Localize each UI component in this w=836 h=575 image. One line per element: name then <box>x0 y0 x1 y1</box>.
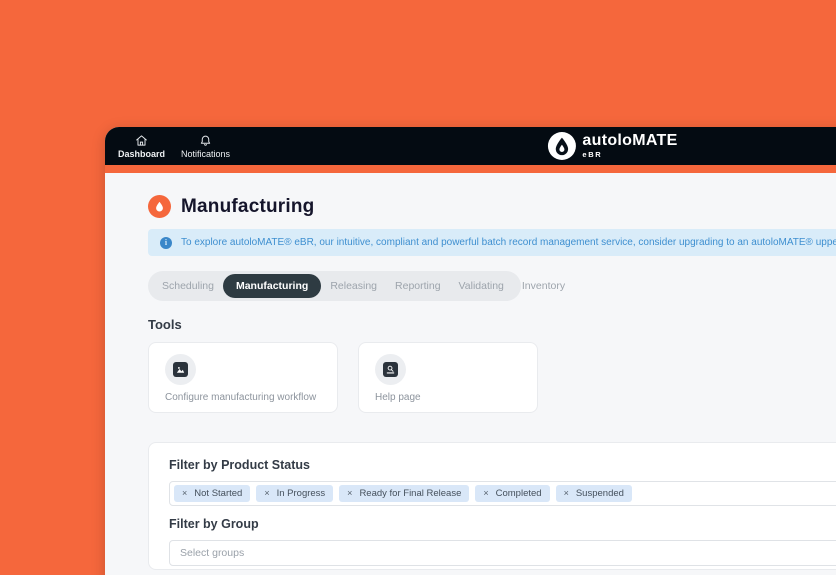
banner-text: To explore autoloMATE® eBR, our intuitiv… <box>181 237 836 248</box>
tools-cards: Configure manufacturing workflow Help pa… <box>148 342 836 413</box>
tab-reporting[interactable]: Reporting <box>386 274 450 298</box>
chip-label: In Progress <box>277 488 326 499</box>
screen: Dashboard Notifications <box>0 0 836 575</box>
configure-workflow-card[interactable]: Configure manufacturing workflow <box>148 342 338 413</box>
chip-ready-for-final-release[interactable]: × Ready for Final Release <box>339 485 469 502</box>
book-search-icon <box>375 354 406 385</box>
help-page-card[interactable]: Help page <box>358 342 538 413</box>
accent-strip <box>105 165 836 173</box>
chip-label: Not Started <box>194 488 242 499</box>
section-tabs: Scheduling Manufacturing Releasing Repor… <box>148 271 521 301</box>
tab-validating[interactable]: Validating <box>450 274 513 298</box>
brand-logo: autoloMATE eBR <box>547 127 677 165</box>
chip-label: Completed <box>496 488 542 499</box>
tab-inventory[interactable]: Inventory <box>513 274 574 298</box>
chip-close-icon[interactable]: × <box>564 489 569 498</box>
brand-sub: eBR <box>582 151 677 159</box>
logo-text: autoloMATE eBR <box>582 133 677 159</box>
page-title-row: Manufacturing <box>148 195 836 218</box>
chip-label: Suspended <box>576 488 624 499</box>
filter-status-heading: Filter by Product Status <box>169 458 836 472</box>
status-multiselect[interactable]: × Not Started × In Progress × Ready for … <box>169 481 836 506</box>
chip-close-icon[interactable]: × <box>264 489 269 498</box>
tab-releasing[interactable]: Releasing <box>321 274 386 298</box>
upgrade-banner: i To explore autoloMATE® eBR, our intuit… <box>148 229 836 256</box>
tab-manufacturing[interactable]: Manufacturing <box>223 274 321 298</box>
chip-not-started[interactable]: × Not Started <box>174 485 250 502</box>
nav-item-dashboard[interactable]: Dashboard <box>118 134 165 159</box>
filter-group-heading: Filter by Group <box>169 517 836 531</box>
app-header: Dashboard Notifications <box>105 127 836 165</box>
home-icon <box>135 134 148 147</box>
filters-panel: Filter by Product Status × Not Started ×… <box>148 442 836 570</box>
nav-label: Dashboard <box>118 149 165 159</box>
header-nav: Dashboard Notifications <box>105 134 230 159</box>
nav-label: Notifications <box>181 149 230 159</box>
tab-scheduling[interactable]: Scheduling <box>153 274 223 298</box>
chip-close-icon[interactable]: × <box>182 489 187 498</box>
bell-icon <box>199 134 212 147</box>
chip-close-icon[interactable]: × <box>347 489 352 498</box>
page-title: Manufacturing <box>181 196 315 218</box>
chip-close-icon[interactable]: × <box>483 489 488 498</box>
brand-name: autoloMATE <box>582 133 677 149</box>
chip-completed[interactable]: × Completed <box>475 485 549 502</box>
group-select-input[interactable] <box>169 540 836 566</box>
card-label: Configure manufacturing workflow <box>165 392 321 403</box>
info-icon: i <box>160 237 172 249</box>
logo-droplet-icon <box>547 132 575 160</box>
chip-in-progress[interactable]: × In Progress <box>256 485 333 502</box>
nav-item-notifications[interactable]: Notifications <box>181 134 230 159</box>
chip-suspended[interactable]: × Suspended <box>556 485 632 502</box>
app-window: Dashboard Notifications <box>105 127 836 575</box>
card-label: Help page <box>375 392 521 403</box>
image-icon <box>165 354 196 385</box>
chip-label: Ready for Final Release <box>359 488 461 499</box>
tools-heading: Tools <box>148 317 836 332</box>
flame-droplet-icon <box>148 195 171 218</box>
